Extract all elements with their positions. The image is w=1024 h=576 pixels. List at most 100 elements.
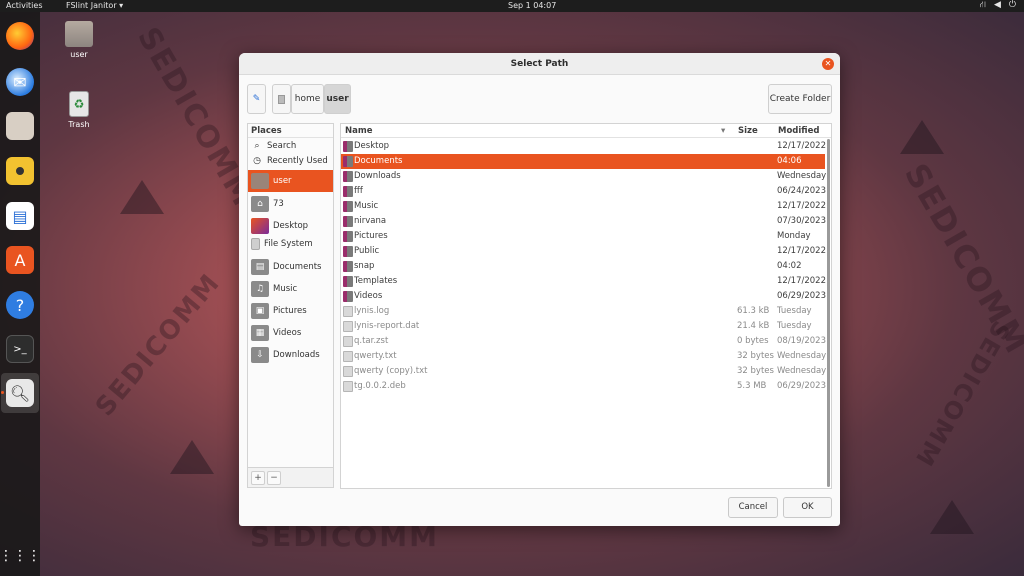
cancel-button[interactable]: Cancel (728, 497, 778, 518)
ok-button[interactable]: OK (783, 497, 832, 518)
place-label: Desktop (273, 221, 309, 231)
fslint-icon[interactable]: 🔍︎ (6, 379, 34, 407)
file-row[interactable]: lynis.log 61.3 kB Tuesday (341, 304, 825, 319)
file-icon (343, 381, 353, 392)
remove-bookmark-button[interactable]: − (267, 471, 281, 485)
file-name: fff (354, 186, 363, 196)
desktop-icon-label: user (70, 50, 88, 59)
app-menu[interactable]: FSlint Janitor ▾ (66, 1, 123, 10)
file-modified: 06/29/2023 (777, 381, 826, 391)
wallpaper-watermark: SEDICOMM (90, 267, 227, 423)
software-icon[interactable]: A (6, 246, 34, 274)
file-row[interactable]: lynis-report.dat 21.4 kB Tuesday (341, 319, 825, 334)
place-music[interactable]: ♫ Music (248, 279, 333, 299)
file-row[interactable]: Templates 12/17/2022 (341, 274, 826, 289)
create-folder-button[interactable]: Create Folder (768, 84, 832, 114)
pictures-icon: ▣ (251, 303, 269, 319)
file-row[interactable]: qwerty.txt 32 bytes Wednesday (341, 349, 827, 364)
folder-icon (343, 246, 353, 257)
network-icon[interactable]: ⛙ (980, 0, 986, 11)
place-label: user (273, 176, 292, 186)
file-row[interactable]: qwerty (copy).txt 32 bytes Wednesday (341, 364, 827, 379)
file-row[interactable]: fff 06/24/2023 (341, 184, 826, 199)
folder-icon (343, 156, 353, 167)
place-file-system[interactable]: File System (248, 236, 333, 252)
desktop-icon (251, 218, 269, 234)
places-header: Places (248, 124, 333, 138)
place-videos[interactable]: ▦ Videos (248, 323, 333, 343)
place-recently-used[interactable]: ◷ Recently Used (248, 153, 333, 168)
file-modified: 08/19/2023 (777, 336, 826, 346)
file-name: qwerty.txt (354, 351, 397, 361)
place-desktop[interactable]: Desktop (248, 216, 333, 236)
search-icon: ⌕ (254, 140, 260, 151)
place-label: Documents (273, 262, 322, 272)
file-icon (343, 366, 353, 377)
edit-location-button[interactable]: ✎ (247, 84, 266, 114)
music-icon: ♫ (251, 281, 269, 297)
file-modified: Wednesday (777, 351, 827, 361)
file-row[interactable]: Music 12/17/2022 (341, 199, 826, 214)
place-73[interactable]: ⌂ 73 (248, 194, 333, 214)
home-folder-icon (65, 21, 93, 47)
help-icon[interactable]: ? (6, 291, 34, 319)
desktop-icon-trash[interactable]: ♻ Trash (59, 91, 99, 129)
folder-icon (343, 201, 353, 212)
desktop-icon-user[interactable]: user (59, 21, 99, 59)
file-row[interactable]: Documents 04:06 (341, 154, 825, 169)
file-row[interactable]: Public 12/17/2022 (341, 244, 826, 259)
place-downloads[interactable]: ⇩ Downloads (248, 345, 333, 365)
folder-icon (343, 186, 353, 197)
rhythmbox-icon[interactable] (6, 157, 34, 185)
dialog-title: Select Path (510, 59, 569, 69)
sort-down-icon[interactable]: ▾ (721, 126, 725, 136)
file-icon (343, 306, 353, 317)
file-modified: 06/29/2023 (777, 291, 826, 301)
file-name: nirvana (354, 216, 387, 226)
terminal-icon[interactable]: >_ (6, 335, 34, 363)
folder-icon (343, 261, 353, 272)
folder-icon (343, 291, 353, 302)
file-row[interactable]: nirvana 07/30/2023 (341, 214, 826, 229)
file-modified: Wednesday (777, 366, 827, 376)
volume-icon[interactable]: ◀ (994, 0, 1001, 11)
file-row[interactable]: Pictures Monday (341, 229, 825, 244)
path-segment-home[interactable]: home (291, 84, 324, 114)
dock: ✉ ▤ A ? >_ 🔍︎ ⋮⋮⋮ (0, 12, 41, 576)
file-row[interactable]: Desktop 12/17/2022 (341, 139, 826, 154)
activities-button[interactable]: Activities (6, 1, 43, 10)
add-bookmark-button[interactable]: + (251, 471, 265, 485)
files-icon[interactable] (6, 112, 34, 140)
drive-icon (278, 94, 285, 104)
place-user[interactable]: user (248, 170, 333, 192)
writer-icon[interactable]: ▤ (6, 202, 34, 230)
place-pictures[interactable]: ▣ Pictures (248, 301, 333, 321)
wallpaper-watermark: SEDICOMM (908, 315, 1016, 473)
place-documents[interactable]: ▤ Documents (248, 257, 333, 277)
system-tray[interactable]: ⛙ ◀ ⏻ (980, 0, 1016, 11)
close-button[interactable]: ✕ (822, 58, 834, 70)
file-row[interactable]: snap 04:02 (341, 259, 825, 274)
column-name[interactable]: Name (345, 126, 372, 136)
file-row[interactable]: Downloads Wednesday (341, 169, 826, 184)
thunderbird-icon[interactable]: ✉ (6, 68, 34, 96)
column-modified[interactable]: Modified (778, 126, 819, 136)
file-modified: 12/17/2022 (777, 141, 826, 151)
file-name: Desktop (354, 141, 390, 151)
file-row[interactable]: q.tar.zst 0 bytes 08/19/2023 (341, 334, 826, 349)
file-list-header: Name ▾ Size Modified (341, 124, 831, 138)
place-search[interactable]: ⌕ Search (248, 138, 333, 153)
column-size[interactable]: Size (738, 126, 758, 136)
file-modified: 12/17/2022 (777, 246, 826, 256)
path-segment-user[interactable]: user (324, 84, 351, 114)
scrollbar[interactable] (827, 139, 830, 487)
power-icon[interactable]: ⏻ (1009, 0, 1016, 11)
path-root-button[interactable] (272, 84, 291, 114)
clock[interactable]: Sep 1 04:07 (508, 1, 556, 10)
show-applications-icon[interactable]: ⋮⋮⋮ (0, 542, 41, 570)
file-row[interactable]: Videos 06/29/2023 (341, 289, 826, 304)
firefox-icon[interactable] (6, 22, 34, 50)
file-row[interactable]: tg.0.0.2.deb 5.3 MB 06/29/2023 (341, 379, 826, 394)
dialog-titlebar: Select Path ✕ (239, 53, 840, 75)
minus-icon: − (270, 473, 278, 483)
